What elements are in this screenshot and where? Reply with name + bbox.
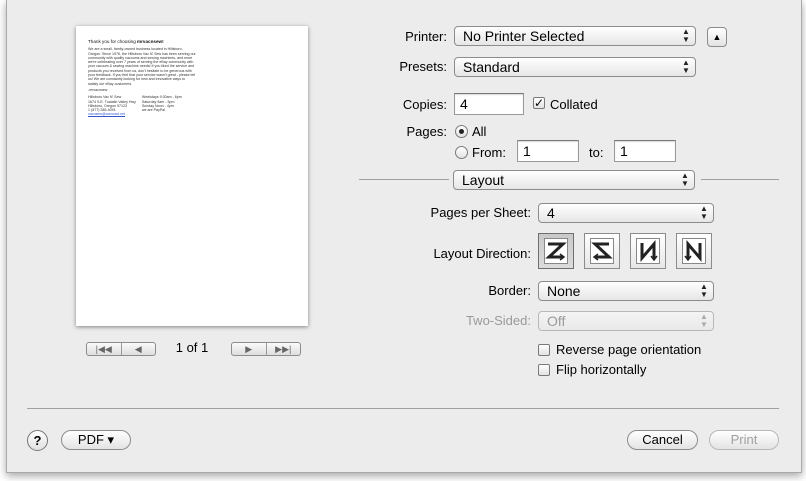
popup-arrows-icon: ▲ ▼ xyxy=(700,312,708,329)
two-sided-value: Off xyxy=(547,313,566,329)
disclosure-triangle-icon: ▲ xyxy=(712,32,722,42)
two-sided-popup[interactable]: Off ▲ ▼ xyxy=(538,311,714,331)
layout-direction-z-button[interactable] xyxy=(538,233,574,269)
popup-arrows-icon: ▲ ▼ xyxy=(682,27,690,44)
collated-label: Collated xyxy=(550,97,598,112)
section-popup[interactable]: Layout ▲ ▼ xyxy=(453,170,695,190)
preview-email: vacnsew@comcast.net xyxy=(88,112,126,117)
printer-label: Printer: xyxy=(405,29,447,44)
presets-value: Standard xyxy=(463,59,520,75)
pages-all-radio[interactable] xyxy=(455,125,468,138)
pages-all-label: All xyxy=(472,124,487,139)
preview-brand: mrvacnsew! xyxy=(137,39,164,44)
check-icon: ✓ xyxy=(534,96,545,110)
next-page-button[interactable]: ▶ xyxy=(232,343,266,355)
cancel-button[interactable]: Cancel xyxy=(627,430,698,450)
pages-per-sheet-popup[interactable]: 4 ▲ ▼ xyxy=(538,203,714,223)
preview-nav-back: |◀◀ ◀ xyxy=(86,342,156,356)
popup-arrows-icon: ▲ ▼ xyxy=(682,58,690,75)
footer-divider xyxy=(27,408,779,409)
preview-nav-forward: ▶ ▶▶| xyxy=(231,342,301,356)
border-popup[interactable]: None ▲ ▼ xyxy=(538,281,714,301)
s-direction-icon xyxy=(590,238,614,264)
printer-popup[interactable]: No Printer Selected ▲ ▼ xyxy=(454,26,696,46)
two-sided-label: Two-Sided: xyxy=(465,313,531,328)
layout-direction-reverse-n-button[interactable] xyxy=(676,233,712,269)
previous-page-button[interactable]: ◀ xyxy=(120,343,156,355)
preview-paragraph: We are a small, family-owned business lo… xyxy=(88,47,196,86)
preview-text: Thank you for choosing mrvacnsew! We are… xyxy=(88,39,196,117)
section-value: Layout xyxy=(462,172,505,188)
preview-hours: Weekdays 9:30am - 6pm Saturday 9am - 5pm… xyxy=(141,95,182,113)
popup-arrows-icon: ▲ ▼ xyxy=(681,171,689,188)
pages-per-sheet-value: 4 xyxy=(547,205,555,221)
reverse-n-direction-icon xyxy=(682,238,706,264)
flip-horizontally-label: Flip horizontally xyxy=(556,362,647,377)
last-page-button[interactable]: ▶▶| xyxy=(265,343,301,355)
section-divider-left xyxy=(359,179,449,180)
pages-label: Pages: xyxy=(406,124,447,139)
page-preview: Thank you for choosing mrvacnsew! We are… xyxy=(76,26,308,326)
disclosure-button[interactable]: ▲ xyxy=(707,27,727,47)
pages-from-label: From: xyxy=(472,145,506,160)
z-direction-icon xyxy=(544,238,568,264)
page-indicator: 1 of 1 xyxy=(175,340,209,355)
print-dialog: Thank you for choosing mrvacnsew! We are… xyxy=(6,0,802,473)
copies-label: Copies: xyxy=(402,97,447,112)
popup-arrows-icon: ▲ ▼ xyxy=(700,282,708,299)
popup-arrows-icon: ▲ ▼ xyxy=(700,204,708,221)
preview-footer: Hillsboro Vac N' Sew 1674 S.E. Tualatin … xyxy=(88,95,196,116)
layout-direction-n-button[interactable] xyxy=(630,233,666,269)
reverse-orientation-label: Reverse page orientation xyxy=(556,342,702,357)
preview-signature: -mrvacnsew xyxy=(88,88,108,93)
pages-from-radio[interactable] xyxy=(455,146,468,159)
pages-from-field[interactable]: 1 xyxy=(517,140,579,162)
section-divider-right xyxy=(701,179,779,180)
preview-address: Hillsboro Vac N' Sew 1674 S.E. Tualatin … xyxy=(88,95,136,117)
reverse-orientation-checkbox[interactable] xyxy=(538,344,550,356)
flip-horizontally-checkbox[interactable] xyxy=(538,364,550,376)
printer-value: No Printer Selected xyxy=(463,28,585,44)
print-button[interactable]: Print xyxy=(709,430,779,450)
pages-per-sheet-label: Pages per Sheet: xyxy=(430,205,531,220)
first-page-button[interactable]: |◀◀ xyxy=(87,343,121,355)
help-button[interactable]: ? xyxy=(27,430,48,451)
collated-checkbox[interactable]: ✓ xyxy=(533,97,545,109)
preview-heading: Thank you for choosing xyxy=(88,39,136,44)
pages-to-field[interactable]: 1 xyxy=(614,140,676,162)
pages-to-label: to: xyxy=(589,145,604,160)
copies-field[interactable]: 4 xyxy=(454,93,524,115)
presets-label: Presets: xyxy=(399,59,447,74)
help-icon: ? xyxy=(33,433,42,448)
border-label: Border: xyxy=(488,283,531,298)
border-value: None xyxy=(547,283,581,299)
n-direction-icon xyxy=(636,238,660,264)
pdf-button[interactable]: PDF ▾ xyxy=(61,430,131,450)
layout-direction-s-button[interactable] xyxy=(584,233,620,269)
layout-direction-label: Layout Direction: xyxy=(433,246,531,261)
presets-popup[interactable]: Standard ▲ ▼ xyxy=(454,57,696,77)
